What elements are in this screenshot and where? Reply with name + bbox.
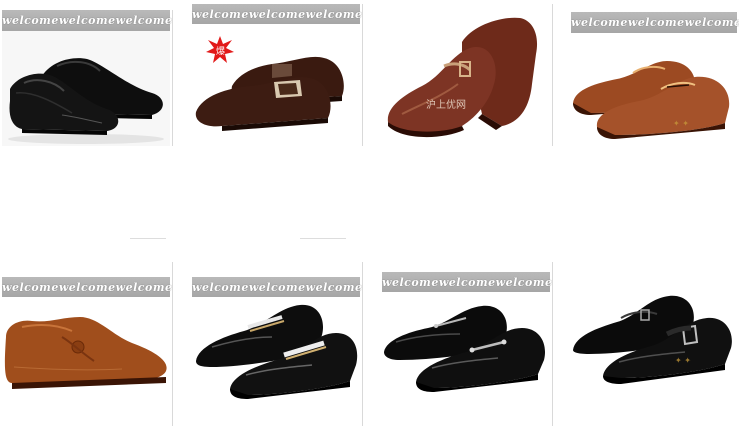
banner-text: welcome (58, 14, 116, 27)
product-image[interactable]: ✦ ✦ (571, 33, 737, 146)
product-image[interactable]: 爆 (192, 24, 360, 146)
product-card-black-monk-strap[interactable]: ✦ ✦ (571, 262, 737, 426)
banner-text: welcome (2, 280, 59, 294)
product-image[interactable] (382, 292, 550, 426)
hot-badge-text: 爆 (216, 45, 225, 57)
product-card-tan-oxford[interactable]: welcome welcome welcome ✦ ✦ (571, 12, 739, 146)
watermark: ✦ ✦ (675, 356, 691, 365)
banner-text: welcome (305, 7, 363, 21)
product-image[interactable]: 沪上优网 (382, 4, 550, 146)
welcome-banner: welcome welcome welcome (192, 277, 363, 297)
row-divider (300, 238, 346, 239)
banner-text: welcome (571, 16, 628, 29)
banner-text: welcome (192, 280, 249, 294)
banner-text: welcome (58, 280, 116, 294)
product-card-black-oxford[interactable]: welcome welcome welcome (2, 10, 173, 146)
banner-text: welcome (192, 7, 249, 21)
watermark: ✦ ✦ (673, 119, 689, 128)
welcome-banner: welcome welcome welcome (2, 10, 173, 31)
card-divider (362, 262, 363, 426)
banner-text: welcome (438, 275, 496, 289)
banner-text: welcome (248, 7, 306, 21)
banner-text: welcome (2, 14, 59, 27)
banner-text: welcome (115, 14, 173, 27)
banner-text: welcome (684, 16, 739, 29)
banner-text: welcome (627, 16, 685, 29)
card-divider (362, 4, 363, 146)
product-card-tan-button-loafer[interactable]: welcome welcome welcome (2, 262, 173, 426)
watermark-text: 沪上优网 (426, 98, 466, 111)
product-card-black-striped-loafer[interactable]: welcome welcome welcome (192, 262, 363, 426)
banner-text: welcome (248, 280, 306, 294)
banner-text: welcome (115, 280, 173, 294)
welcome-banner: welcome welcome welcome (382, 272, 553, 292)
card-divider (172, 10, 173, 146)
banner-text: welcome (382, 275, 439, 289)
product-card-brown-suede-slip-on[interactable]: welcome welcome welcome 爆 (192, 4, 363, 146)
welcome-banner: welcome welcome welcome (192, 4, 363, 24)
product-image[interactable] (2, 31, 170, 146)
card-divider (552, 4, 553, 146)
card-divider (172, 262, 173, 426)
banner-text: welcome (495, 275, 553, 289)
card-divider (552, 262, 553, 426)
product-image[interactable] (2, 297, 170, 426)
product-image[interactable] (192, 297, 360, 426)
row-divider (130, 238, 166, 239)
product-card-black-bit-loafer[interactable]: welcome welcome welcome (382, 262, 553, 426)
banner-text: welcome (305, 280, 363, 294)
welcome-banner: welcome welcome welcome (571, 12, 739, 33)
product-image[interactable]: ✦ ✦ (571, 272, 737, 426)
product-card-brown-monk-strap[interactable]: 沪上优网 (382, 4, 553, 146)
welcome-banner: welcome welcome welcome (2, 277, 173, 297)
